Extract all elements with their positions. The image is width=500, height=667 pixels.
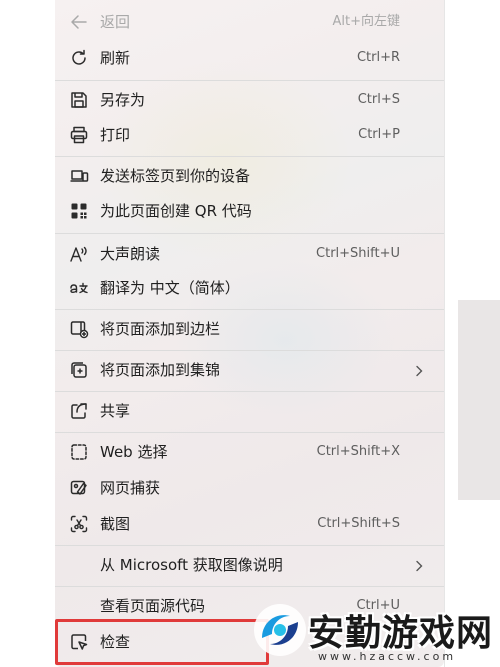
menu-item-shortcut: Alt+向左键 — [332, 14, 401, 29]
menu-item-label: 另存为 — [100, 91, 146, 109]
watermark-title: 安勤游戏网 — [308, 613, 494, 654]
page-scroll-area — [458, 300, 500, 500]
menu-item-read-aloud[interactable]: 大声朗读 Ctrl+Shift+U — [55, 236, 444, 272]
menu-item-shortcut: Ctrl+Shift+X — [316, 444, 400, 459]
menu-item-send-tab[interactable]: 发送标签页到你的设备 — [55, 158, 444, 194]
menu-item-shortcut: Ctrl+R — [356, 50, 400, 65]
menu-item-label: 大声朗读 — [100, 245, 161, 263]
refresh-icon — [68, 47, 90, 69]
menu-separator — [55, 156, 444, 157]
menu-item-label: 网页捕获 — [100, 479, 161, 497]
menu-item-label: 将页面添加到集锦 — [100, 361, 221, 379]
web-select-icon — [68, 441, 90, 463]
chevron-right-icon — [412, 363, 426, 377]
watermark-url: www.hzaccw.com — [318, 650, 457, 663]
menu-item-web-capture[interactable]: 网页捕获 — [55, 470, 444, 506]
menu-item-label: Web 选择 — [100, 443, 168, 461]
menu-item-label: 返回 — [100, 13, 131, 31]
menu-item-add-collection[interactable]: 将页面添加到集锦 — [55, 352, 444, 388]
menu-item-label: 将页面添加到边栏 — [100, 320, 221, 338]
menu-item-label: 共享 — [100, 402, 131, 420]
menu-item-print[interactable]: 打印 Ctrl+P — [55, 117, 444, 153]
menu-separator — [55, 545, 444, 546]
menu-item-back[interactable]: 返回 Alt+向左键 — [55, 4, 444, 40]
menu-separator — [55, 80, 444, 81]
back-arrow-icon — [68, 11, 90, 33]
menu-item-label: 翻译为 中文（简体） — [100, 279, 240, 297]
menu-item-qr-code[interactable]: 为此页面创建 QR 代码 — [55, 193, 444, 229]
menu-separator — [55, 586, 444, 587]
menu-item-shortcut: Ctrl+Shift+U — [316, 246, 400, 261]
qr-code-icon — [68, 200, 90, 222]
menu-item-share[interactable]: 共享 — [55, 393, 444, 429]
read-aloud-icon — [68, 243, 90, 265]
sidebar-add-icon — [68, 318, 90, 340]
menu-item-label: 从 Microsoft 获取图像说明 — [100, 556, 283, 574]
menu-item-translate[interactable]: 翻译为 中文（简体） — [55, 270, 444, 306]
share-icon — [68, 400, 90, 422]
page-edge — [444, 0, 445, 667]
menu-item-label: 刷新 — [100, 49, 131, 67]
site-watermark: 安勤游戏网 www.hzaccw.com — [250, 600, 500, 667]
menu-separator — [55, 309, 444, 310]
page-background-left — [0, 0, 55, 667]
page-background-right — [444, 0, 500, 667]
menu-separator — [55, 233, 444, 234]
collections-add-icon — [68, 359, 90, 381]
menu-item-screenshot[interactable]: 截图 Ctrl+Shift+S — [55, 506, 444, 542]
web-capture-icon — [68, 477, 90, 499]
menu-item-image-description[interactable]: 从 Microsoft 获取图像说明 — [55, 547, 444, 583]
menu-item-label: 为此页面创建 QR 代码 — [100, 202, 252, 220]
devices-icon — [68, 165, 90, 187]
context-menu: 返回 Alt+向左键 刷新 Ctrl+R 另存为 Ctrl+S 打印 Ctrl+… — [55, 0, 444, 667]
menu-item-label: 截图 — [100, 515, 131, 533]
screenshot-icon — [68, 513, 90, 535]
menu-item-web-select[interactable]: Web 选择 Ctrl+Shift+X — [55, 434, 444, 470]
menu-separator — [55, 391, 444, 392]
translate-icon — [68, 277, 90, 299]
menu-item-refresh[interactable]: 刷新 Ctrl+R — [55, 40, 444, 76]
inspect-highlight-box — [55, 619, 269, 665]
menu-item-label: 发送标签页到你的设备 — [100, 167, 251, 185]
menu-item-shortcut: Ctrl+Shift+S — [317, 516, 400, 531]
menu-separator — [55, 432, 444, 433]
watermark-logo-icon — [254, 604, 306, 656]
print-icon — [68, 124, 90, 146]
chevron-right-icon — [412, 558, 426, 572]
menu-item-label: 打印 — [100, 126, 131, 144]
menu-item-shortcut: Ctrl+S — [357, 92, 400, 107]
menu-item-save-as[interactable]: 另存为 Ctrl+S — [55, 82, 444, 118]
save-icon — [68, 89, 90, 111]
menu-item-add-sidebar[interactable]: 将页面添加到边栏 — [55, 311, 444, 347]
menu-separator — [55, 350, 444, 351]
menu-item-shortcut: Ctrl+P — [358, 127, 400, 142]
